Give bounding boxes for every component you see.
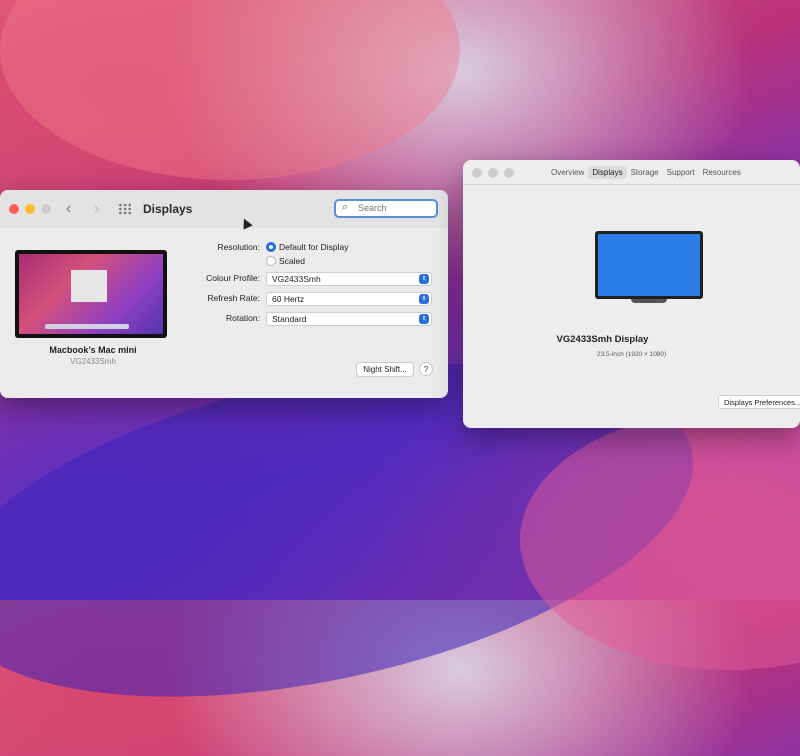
window-controls — [9, 204, 51, 214]
displays-preferences-button[interactable]: Displays Preferences... — [718, 395, 800, 409]
resolution-scaled-radio[interactable] — [266, 256, 276, 266]
tab-resources[interactable]: Resources — [699, 166, 745, 179]
displays-window: ‹ › Displays ⌕ Macbook’s Mac mini VG2433… — [0, 190, 448, 398]
resolution-scaled-label: Scaled — [279, 256, 305, 266]
search-field[interactable]: ⌕ — [334, 199, 438, 218]
resolution-label: Resolution: — [217, 242, 260, 252]
help-button[interactable]: ? — [419, 362, 433, 376]
tab-support[interactable]: Support — [663, 166, 699, 179]
display-image — [595, 231, 703, 303]
night-shift-button[interactable]: Night Shift... — [356, 362, 414, 377]
search-input[interactable] — [356, 202, 438, 214]
tab-overview[interactable]: Overview — [547, 166, 588, 179]
resolution-default-label: Default for Display — [279, 242, 349, 252]
rotation-select[interactable]: Standard ⇕ — [266, 312, 432, 326]
search-icon: ⌕ — [342, 201, 349, 213]
colour-profile-value: VG2433Smh — [272, 274, 321, 284]
display-image-stand — [631, 299, 667, 303]
display-size: 23.5-inch (1920 × 1080) — [597, 351, 667, 358]
close-button[interactable] — [472, 168, 482, 178]
display-name: VG2433Smh Display — [556, 334, 649, 345]
forward-button[interactable]: › — [94, 200, 99, 218]
display-thumbnail-dock — [45, 324, 129, 329]
minimize-button[interactable] — [25, 204, 35, 214]
display-image-screen — [598, 234, 700, 296]
tab-storage[interactable]: Storage — [627, 166, 663, 179]
wallpaper-shape — [0, 0, 460, 180]
chevron-updown-icon: ⇕ — [419, 294, 429, 304]
colour-profile-label: Colour Profile: — [206, 273, 260, 283]
window-title: Displays — [143, 202, 193, 216]
chevron-updown-icon: ⇕ — [419, 274, 429, 284]
about-this-mac-window: Overview Displays Storage Support Resour… — [463, 160, 800, 428]
display-thumbnail-window — [71, 270, 107, 302]
divider — [463, 184, 800, 185]
tab-displays[interactable]: Displays — [588, 166, 627, 179]
minimize-button[interactable] — [488, 168, 498, 178]
grid-icon[interactable] — [118, 203, 132, 215]
close-button[interactable] — [9, 204, 19, 214]
zoom-button[interactable] — [41, 204, 51, 214]
tab-bar: Overview Displays Storage Support Resour… — [547, 166, 745, 179]
refresh-rate-value: 60 Hertz — [272, 294, 305, 304]
device-model: VG2433Smh — [70, 357, 116, 366]
display-settings: Resolution: Default for Display Scaled C… — [186, 228, 448, 398]
chevron-updown-icon: ⇕ — [419, 314, 429, 324]
resolution-default-radio[interactable] — [266, 242, 276, 252]
window-controls — [472, 168, 514, 178]
refresh-rate-label: Refresh Rate: — [207, 293, 260, 303]
refresh-rate-select[interactable]: 60 Hertz ⇕ — [266, 292, 432, 306]
back-button[interactable]: ‹ — [66, 200, 71, 218]
display-thumbnail[interactable] — [15, 250, 167, 338]
title-bar: ‹ › Displays ⌕ — [0, 190, 448, 229]
display-list: Macbook’s Mac mini VG2433Smh — [0, 228, 186, 398]
colour-profile-select[interactable]: VG2433Smh ⇕ — [266, 272, 432, 286]
device-name: Macbook’s Mac mini — [49, 345, 137, 355]
rotation-value: Standard — [272, 314, 307, 324]
rotation-label: Rotation: — [225, 313, 260, 323]
zoom-button[interactable] — [504, 168, 514, 178]
